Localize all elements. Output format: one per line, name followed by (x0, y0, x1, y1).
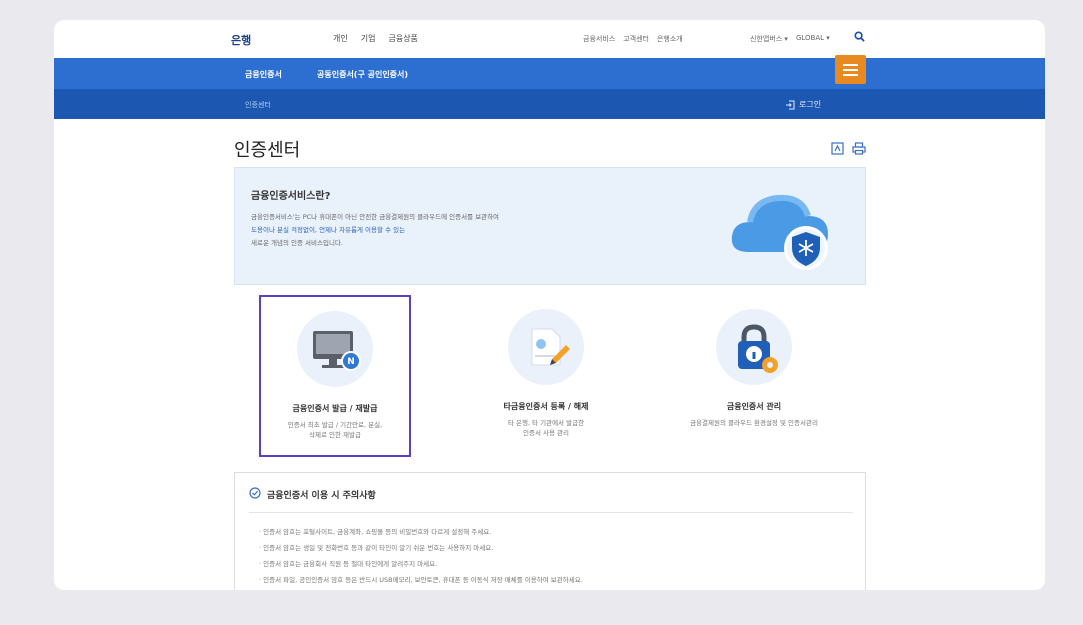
notice-list: · 인증서 암호는 포털사이트, 금융계좌, 쇼핑몰 등의 비밀번호와 다르게 … (259, 526, 583, 590)
certificate-tab-bar: 금융인증서 공동인증서(구 공인인증서) (54, 58, 1045, 89)
menu-hamburger-button[interactable] (835, 55, 866, 84)
lock-gear-icon (716, 309, 792, 385)
intro-line-1: 금융인증서비스'는 PC나 휴대폰이 아닌 안전한 금융결제원의 클라우드에 인… (251, 213, 500, 221)
card-description: 인증서 사용 관리 (523, 429, 569, 438)
notice-heading: 금융인증서 이용 시 주의사항 (267, 491, 376, 501)
intro-line-3: 새로운 개념의 인증 서비스입니다. (251, 239, 343, 247)
hamburger-line (843, 69, 858, 71)
page-title: 인증센터 (234, 140, 301, 161)
tab-joint-certificate[interactable]: 공동인증서(구 공인인증서) (317, 69, 408, 80)
service-intro-box: 금융인증서비스란? 금융인증서비스'는 PC나 휴대폰이 아닌 안전한 금융결제… (234, 167, 866, 285)
notice-item: · 인증서 암호는 생일 및 전화번호 등과 같이 타인이 알기 쉬운 번호는 … (259, 544, 494, 552)
notice-item: · 인증서 암호는 금융회사 직원 등 절대 타인에게 알려주지 마세요. (259, 560, 438, 568)
divider (249, 512, 853, 513)
login-icon (786, 100, 795, 109)
document-pen-icon (508, 309, 584, 385)
intro-line-2: 도용이나 분실 걱정없이, 언제나 자유롭게 이용할 수 있는 (251, 226, 406, 234)
check-circle-icon (249, 487, 261, 499)
sub-navigation-bar: 인증센터 로그인 (54, 89, 1045, 119)
card-title: 금융인증서 관리 (726, 402, 782, 411)
app-dropdown[interactable]: 신한앱버스 ▾ (750, 34, 788, 44)
cloud-shield-icon (731, 194, 828, 270)
bookmark-icon[interactable] (831, 142, 844, 155)
card-title: 타금융인증서 등록 / 해제 (503, 402, 589, 411)
menu-business[interactable]: 기업 (361, 33, 376, 44)
menu-customer-center[interactable]: 고객센터 (623, 34, 649, 44)
svg-text:N: N (347, 357, 355, 367)
notice-item: · 인증서 암호는 포털사이트, 금융계좌, 쇼핑몰 등의 비밀번호와 다르게 … (259, 528, 492, 536)
utility-menu: 금융서비스 고객센터 은행소개 (583, 34, 683, 44)
login-button[interactable]: 로그인 (785, 99, 821, 110)
card-description: 타 은행, 타 기관에서 발급한 (507, 419, 585, 427)
hamburger-line (843, 64, 858, 66)
browser-content: 은행 개인 기업 금융상품 금융서비스 고객센터 은행소개 신한앱버스 ▾ GL… (54, 20, 1045, 590)
tab-financial-certificate[interactable]: 금융인증서 (245, 69, 282, 80)
card-description: 삭제로 인한 재발급 (309, 431, 361, 440)
global-dropdown[interactable]: GLOBAL ▾ (796, 34, 830, 44)
main-menu: 개인 기업 금융상품 (333, 33, 418, 44)
bank-logo[interactable]: 은행 (231, 32, 251, 48)
menu-financial-services[interactable]: 금융서비스 (583, 34, 615, 44)
language-menu: 신한앱버스 ▾ GLOBAL ▾ (750, 34, 830, 44)
page-tools (831, 142, 866, 155)
card-description: 인증서 최초 발급 / 기간만료, 분실, (287, 421, 383, 429)
menu-about-bank[interactable]: 은행소개 (657, 34, 683, 44)
monitor-icon: N (297, 311, 373, 387)
card-manage-certificate[interactable]: 금융인증서 관리 금융결제원의 클라우드 환경설정 및 인증서관리 (678, 295, 830, 428)
card-description: 금융결제원의 클라우드 환경설정 및 인증서관리 (690, 419, 818, 427)
card-register-certificate[interactable]: 타금융인증서 등록 / 해제 타 은행, 타 기관에서 발급한 인증서 사용 관… (470, 295, 622, 439)
card-title: 금융인증서 발급 / 재발급 (292, 404, 378, 413)
top-navigation: 은행 개인 기업 금융상품 금융서비스 고객센터 은행소개 신한앱버스 ▾ GL… (54, 20, 1045, 58)
print-icon[interactable] (852, 142, 866, 155)
intro-heading: 금융인증서비스란? (251, 191, 331, 202)
search-icon[interactable] (854, 31, 865, 42)
breadcrumb[interactable]: 인증센터 (245, 100, 271, 110)
menu-products[interactable]: 금융상품 (388, 33, 417, 44)
menu-personal[interactable]: 개인 (333, 33, 348, 44)
login-label: 로그인 (799, 100, 822, 109)
hamburger-line (843, 74, 858, 76)
notice-item: · 인증서 파일, 공인인증서 암호 등은 반드시 USB메모리, 보안토큰, … (259, 576, 583, 584)
usage-notice-box: 금융인증서 이용 시 주의사항 · 인증서 암호는 포털사이트, 금융계좌, 쇼… (234, 472, 866, 590)
card-issue-certificate[interactable]: N 금융인증서 발급 / 재발급 인증서 최초 발급 / 기간만료, 분실, 삭… (259, 295, 411, 457)
